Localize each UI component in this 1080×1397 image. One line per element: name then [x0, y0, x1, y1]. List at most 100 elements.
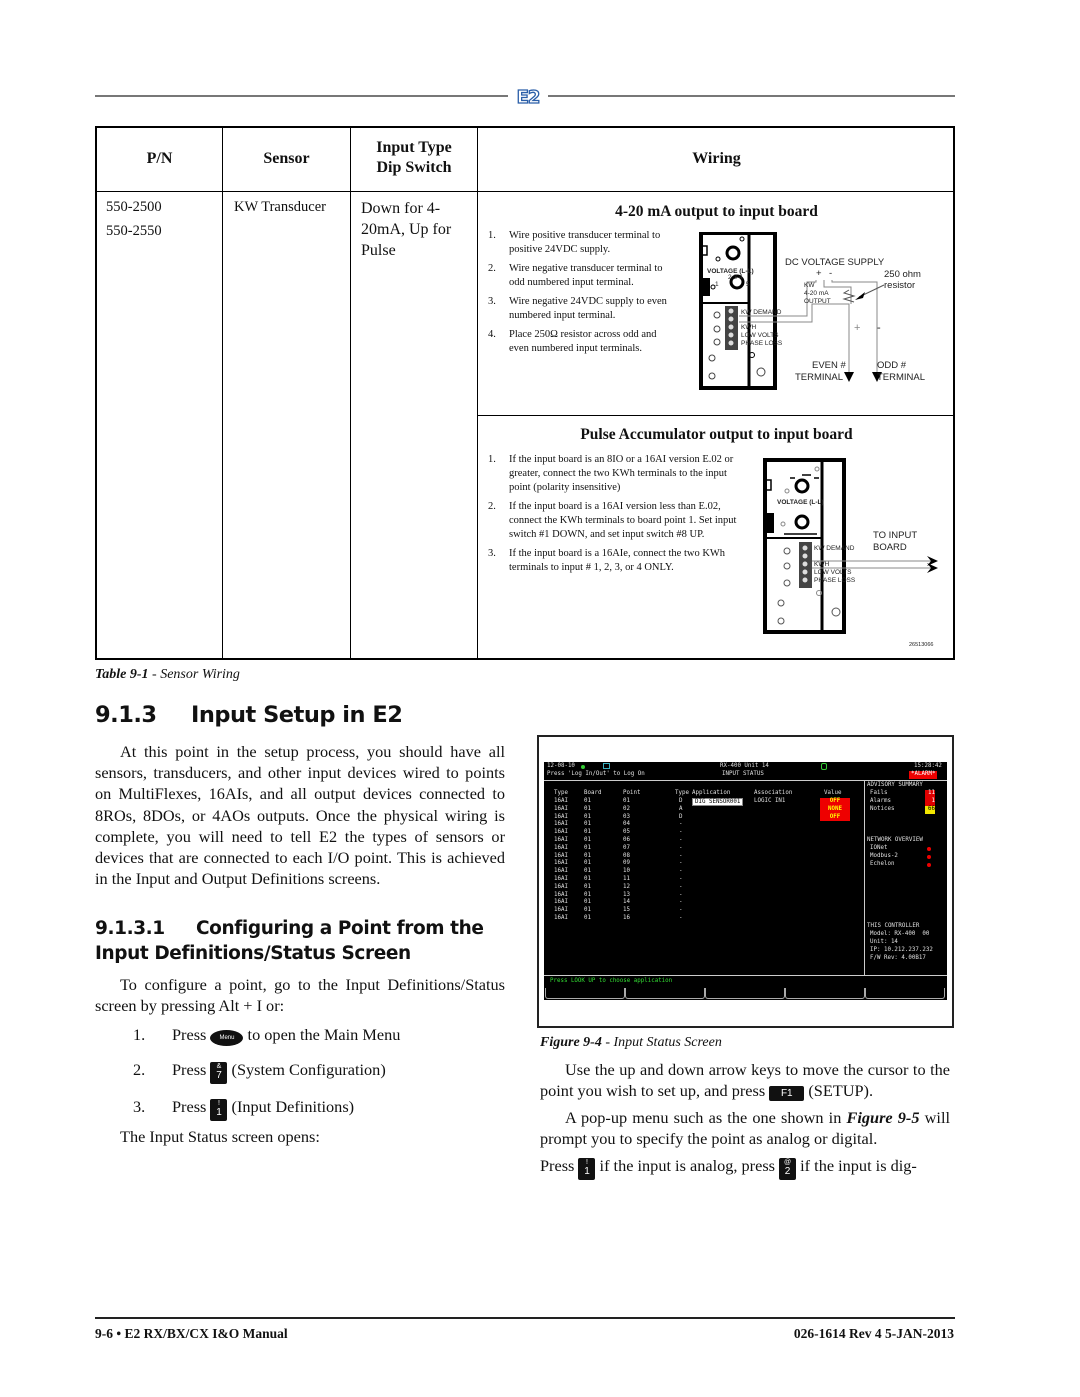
advisory-label: Notices — [870, 806, 895, 812]
sensor-name: KW Transducer — [234, 199, 326, 215]
cell-type: 16AI — [554, 852, 568, 859]
controller-firmware: F/W Rev: 4.00B17 — [870, 955, 926, 961]
screen-divider — [544, 780, 947, 781]
cell-type: 16AI — [554, 868, 568, 875]
cell-type: 16AI — [554, 798, 568, 804]
cell-board: 01 — [584, 891, 591, 898]
column-divider — [222, 128, 223, 658]
cell-ptype: - — [679, 868, 683, 875]
step-2: 2. Press & 7 (System Configuration) — [133, 1059, 386, 1084]
cell-type: 16AI — [554, 876, 568, 882]
advisory-label: Fails — [870, 790, 888, 796]
screen-controller: RX-400 Unit 14 — [720, 763, 769, 769]
sensor-wiring-table: P/N Sensor Input Type Dip Switch Wiring … — [95, 126, 955, 660]
footer-left: 9-6 • E2 RX/BX/CX I&O Manual — [95, 1326, 288, 1341]
screen-divider — [544, 975, 947, 976]
column-divider — [350, 128, 351, 658]
function-key-3[interactable] — [705, 988, 785, 999]
cell-point: 04 — [623, 821, 630, 828]
f1-key-icon: F1 — [769, 1086, 805, 1102]
cell-ptype: - — [679, 883, 683, 890]
cell-ptype: - — [679, 852, 683, 859]
cell-point: 03 — [623, 813, 630, 820]
screen-date: 12-08-10 — [547, 763, 575, 769]
cell-type: 16AI — [554, 883, 568, 890]
column-header: Type — [675, 790, 689, 796]
key-1-icon: ! 1 — [578, 1158, 596, 1180]
header-divider — [97, 191, 953, 192]
cell-ptype: D — [679, 798, 683, 804]
list-item: 3. Wire negative 24VDC supply to even num… — [488, 296, 667, 321]
cell-ptype: - — [679, 891, 683, 898]
network-status-icon — [927, 847, 931, 851]
cell-type: 16AI — [554, 891, 568, 898]
e2-logo: E2 — [508, 86, 548, 108]
cell-board: 01 — [584, 805, 591, 812]
cell-association: LOGIC IN1 — [754, 798, 786, 804]
function-key-1[interactable] — [545, 988, 625, 999]
header-input-type: Input Type Dip Switch — [376, 139, 452, 176]
subsection-heading: 9.1.3.1 Configuring a Point from the Inpu… — [95, 918, 484, 964]
advisory-count[interactable]: 1 — [925, 798, 935, 806]
cell-point: 07 — [623, 844, 630, 851]
menu-key-icon: Menu — [210, 1030, 244, 1046]
column-header: Association — [754, 790, 793, 796]
network-status-icon — [927, 855, 931, 859]
cell-board: 01 — [584, 837, 591, 843]
wiring-diagram-420ma: VOLTAGE (L-L) 2 3 4 1 5 KW DEMAND KWH LO… — [699, 232, 955, 392]
cell-ptype: D — [679, 813, 683, 820]
controller-ip: IP: 10.212.237.232 — [870, 947, 933, 953]
cell-value: OFF — [820, 813, 850, 822]
cell-ptype: - — [679, 915, 683, 921]
pulse-transducer-drawing — [763, 458, 938, 634]
cell-board: 01 — [584, 860, 591, 867]
cell-point: 15 — [623, 907, 630, 914]
function-key-5[interactable] — [865, 988, 945, 999]
step-3: 3. Press ! 1 (Input Definitions) — [133, 1096, 354, 1121]
footer-rule — [95, 1317, 955, 1319]
controller-title: THIS CONTROLLER — [867, 923, 920, 929]
cell-type: 16AI — [554, 844, 568, 851]
wiring-diagram-pulse: VOLTAGE (L-L) KW DEMAND KWH LOW VOLTS PH… — [762, 458, 954, 656]
step-1: 1. Press Menu to open the Main Menu — [133, 1025, 401, 1046]
cell-ptype: - — [679, 907, 683, 914]
cell-board: 01 — [584, 899, 591, 906]
cell-point: 14 — [623, 899, 630, 906]
list-item: 1. Wire positive transducer terminal to p… — [488, 230, 661, 255]
section-pulse-steps: 1. If the input board is an 8IO or a 16AI… — [488, 453, 750, 580]
cell-board: 01 — [584, 821, 591, 828]
screen-time: 15:28:42 — [914, 763, 942, 769]
function-key-2[interactable] — [625, 988, 705, 999]
function-key-4[interactable] — [785, 988, 865, 999]
cell-board: 01 — [584, 852, 591, 859]
cell-board: 01 — [584, 844, 591, 851]
paragraph-analog-digital: Press ! 1 if the input is analog, press @… — [540, 1155, 917, 1180]
cell-type: 16AI — [554, 805, 568, 812]
input-status-screen: 12-08-10 RX-400 Unit 14 15:28:42 Press '… — [544, 762, 947, 1000]
cell-application: DIG SENSOR001 — [692, 798, 744, 806]
section-heading: 9.1.3 Input Setup in E2 — [95, 702, 403, 728]
table-caption: Table 9-1 - Sensor Wiring — [95, 667, 240, 682]
network-item: IONet — [870, 845, 888, 851]
alarm-badge[interactable]: *ALARM* — [909, 771, 938, 779]
section-420ma-title: 4-20 mA output to input board — [615, 203, 818, 220]
network-status-icon — [927, 863, 931, 867]
cell-type: 16AI — [554, 821, 568, 828]
cell-point: 08 — [623, 852, 630, 859]
cell-ptype: - — [679, 837, 683, 843]
paragraph-setup: Use the up and down arrow keys to move t… — [540, 1060, 950, 1102]
advisory-count[interactable]: 66 — [925, 806, 935, 814]
advisory-count[interactable]: 11 — [925, 790, 935, 798]
cell-ptype: A — [679, 805, 683, 812]
wiring-section-divider — [478, 415, 953, 416]
step-outro: The Input Status screen opens: — [120, 1127, 320, 1146]
screen-divider — [864, 781, 865, 975]
cell-board: 01 — [584, 907, 591, 914]
cell-board: 01 — [584, 915, 591, 921]
dip-switch-setting: Down for 4- 20mA, Up for Pulse — [361, 200, 452, 259]
section-pulse-title: Pulse Accumulator output to input board — [580, 426, 853, 443]
network-title: NETWORK OVERVIEW — [867, 837, 923, 843]
cell-type: 16AI — [554, 899, 568, 906]
cell-value: NONE — [820, 805, 850, 814]
controller-model: Model: RX-400 00 — [870, 931, 930, 937]
